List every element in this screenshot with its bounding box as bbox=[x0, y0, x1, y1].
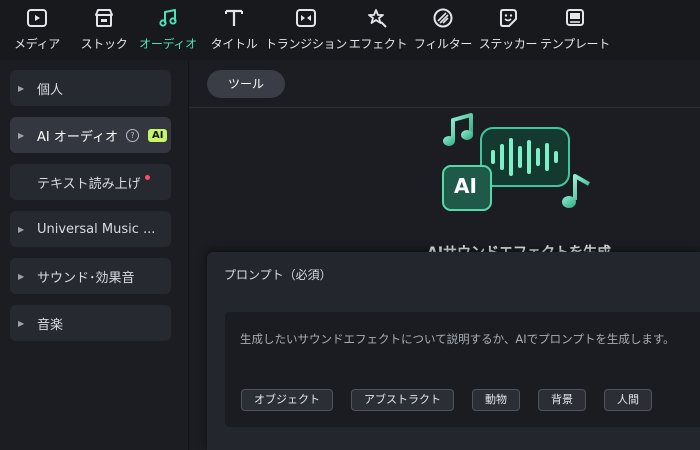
toolbar-sticker[interactable]: ステッカー bbox=[476, 0, 540, 55]
audio-icon bbox=[155, 5, 181, 31]
divider bbox=[189, 107, 700, 108]
toolbar-label: テンプレート bbox=[540, 37, 610, 51]
toolbar-label: ステッカー bbox=[478, 37, 538, 51]
toolbar-label: エフェクト bbox=[348, 37, 408, 51]
sidebar-item-label: 音楽 bbox=[37, 317, 64, 333]
prompt-input[interactable]: 生成したいサウンドエフェクトについて説明するか、AIでプロンプトを生成します。 … bbox=[225, 312, 700, 427]
title-icon bbox=[221, 5, 247, 31]
toolbar-template[interactable]: テンプレート bbox=[540, 0, 610, 55]
toolbar-audio[interactable]: オーディオ bbox=[134, 0, 202, 55]
caret-right-icon: ▶ bbox=[18, 271, 25, 281]
toolbar-media[interactable]: メディア bbox=[0, 0, 74, 55]
help-icon[interactable]: ? bbox=[125, 128, 139, 142]
notification-dot bbox=[144, 174, 150, 180]
prompt-label: プロンプト（必須） bbox=[224, 268, 332, 282]
caret-right-icon: ▶ bbox=[18, 224, 25, 234]
chip-abstract[interactable]: アブストラクト bbox=[351, 389, 454, 411]
transition-icon bbox=[293, 5, 319, 31]
stock-icon bbox=[91, 5, 117, 31]
prompt-panel: プロンプト（必須） 生成したいサウンドエフェクトについて説明するか、AIでプロン… bbox=[207, 252, 700, 450]
toolbar-label: ストック bbox=[80, 37, 128, 51]
top-toolbar: メディア ストック オーディオ タイトル トランジション エフェクト フィルター… bbox=[0, 0, 700, 60]
template-icon bbox=[562, 5, 588, 31]
sidebar-item-label: サウンド･効果音 bbox=[37, 270, 135, 286]
toolbar-label: メディア bbox=[14, 37, 60, 51]
main-panel: ツール AI プロンプト（必須） 生成したいサウンドエフェクトについて説明するか… bbox=[189, 60, 700, 450]
sidebar-item-text-to-speech[interactable]: テキスト読み上げ bbox=[10, 164, 171, 200]
hero-ai-label: AI bbox=[454, 174, 477, 198]
sidebar-item-personal[interactable]: ▶ 個人 bbox=[10, 70, 171, 106]
toolbar-effect[interactable]: エフェクト bbox=[346, 0, 410, 55]
prompt-placeholder: 生成したいサウンドエフェクトについて説明するか、AIでプロンプトを生成します。 bbox=[240, 332, 675, 346]
sidebar-item-label: Universal Music ... bbox=[37, 221, 156, 237]
toolbar-label: フィルター bbox=[413, 37, 473, 51]
sidebar-item-label: 個人 bbox=[37, 82, 64, 98]
sidebar-item-label: テキスト読み上げ bbox=[37, 176, 141, 192]
chip-animal[interactable]: 動物 bbox=[472, 389, 520, 411]
chip-object[interactable]: オブジェクト bbox=[241, 389, 333, 411]
toolbar-stock[interactable]: ストック bbox=[74, 0, 134, 55]
toolbar-label: タイトル bbox=[210, 37, 258, 51]
toolbar-label: トランジション bbox=[265, 37, 347, 51]
toolbar-filter[interactable]: フィルター bbox=[410, 0, 476, 55]
chip-background[interactable]: 背景 bbox=[538, 389, 586, 411]
toolbar-title[interactable]: タイトル bbox=[202, 0, 266, 55]
sidebar-item-label: AI オーディオ bbox=[37, 129, 118, 145]
filter-icon bbox=[430, 5, 456, 31]
media-icon bbox=[24, 5, 50, 31]
ai-sound-illustration: AI bbox=[439, 112, 609, 262]
tab-tools[interactable]: ツール bbox=[207, 70, 285, 98]
caret-right-icon: ▶ bbox=[18, 83, 25, 93]
sidebar-item-universal-music[interactable]: ▶ Universal Music ... bbox=[10, 211, 171, 247]
sidebar-item-music[interactable]: ▶ 音楽 bbox=[10, 305, 171, 341]
toolbar-transition[interactable]: トランジション bbox=[265, 0, 347, 55]
prompt-chips: オブジェクト アブストラクト 動物 背景 人間 bbox=[241, 389, 670, 411]
sidebar-item-sound-effects[interactable]: ▶ サウンド･効果音 bbox=[10, 258, 171, 294]
sidebar-item-ai-audio[interactable]: ▶ AI オーディオ ? AI bbox=[10, 117, 171, 153]
sticker-icon bbox=[495, 5, 521, 31]
caret-right-icon: ▶ bbox=[18, 130, 25, 140]
chip-human[interactable]: 人間 bbox=[604, 389, 652, 411]
toolbar-label: オーディオ bbox=[139, 37, 197, 51]
effect-icon bbox=[365, 5, 391, 31]
caret-right-icon: ▶ bbox=[18, 318, 25, 328]
ai-badge: AI bbox=[147, 128, 168, 142]
left-sidebar: ▶ 個人 ▶ AI オーディオ ? AI テキスト読み上げ ▶ Universa… bbox=[0, 60, 188, 450]
